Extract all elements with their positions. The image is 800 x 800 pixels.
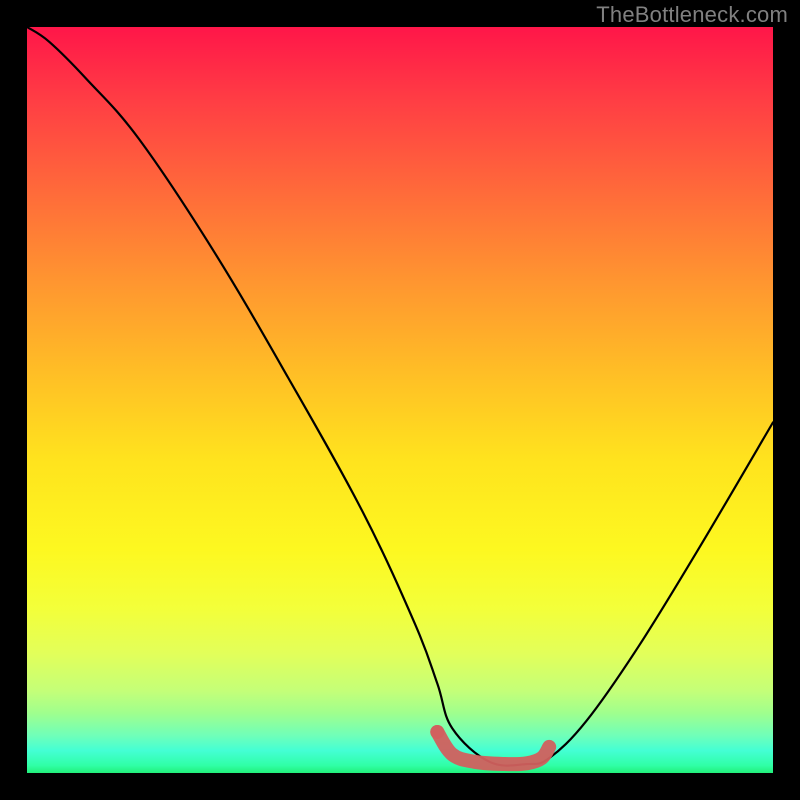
highlight-dot	[430, 725, 444, 739]
chart-svg	[27, 27, 773, 773]
chart-frame: TheBottleneck.com	[0, 0, 800, 800]
curve-path	[27, 27, 773, 766]
chart-plot-area	[27, 27, 773, 773]
highlight-path	[437, 732, 549, 764]
watermark-text: TheBottleneck.com	[596, 2, 788, 28]
